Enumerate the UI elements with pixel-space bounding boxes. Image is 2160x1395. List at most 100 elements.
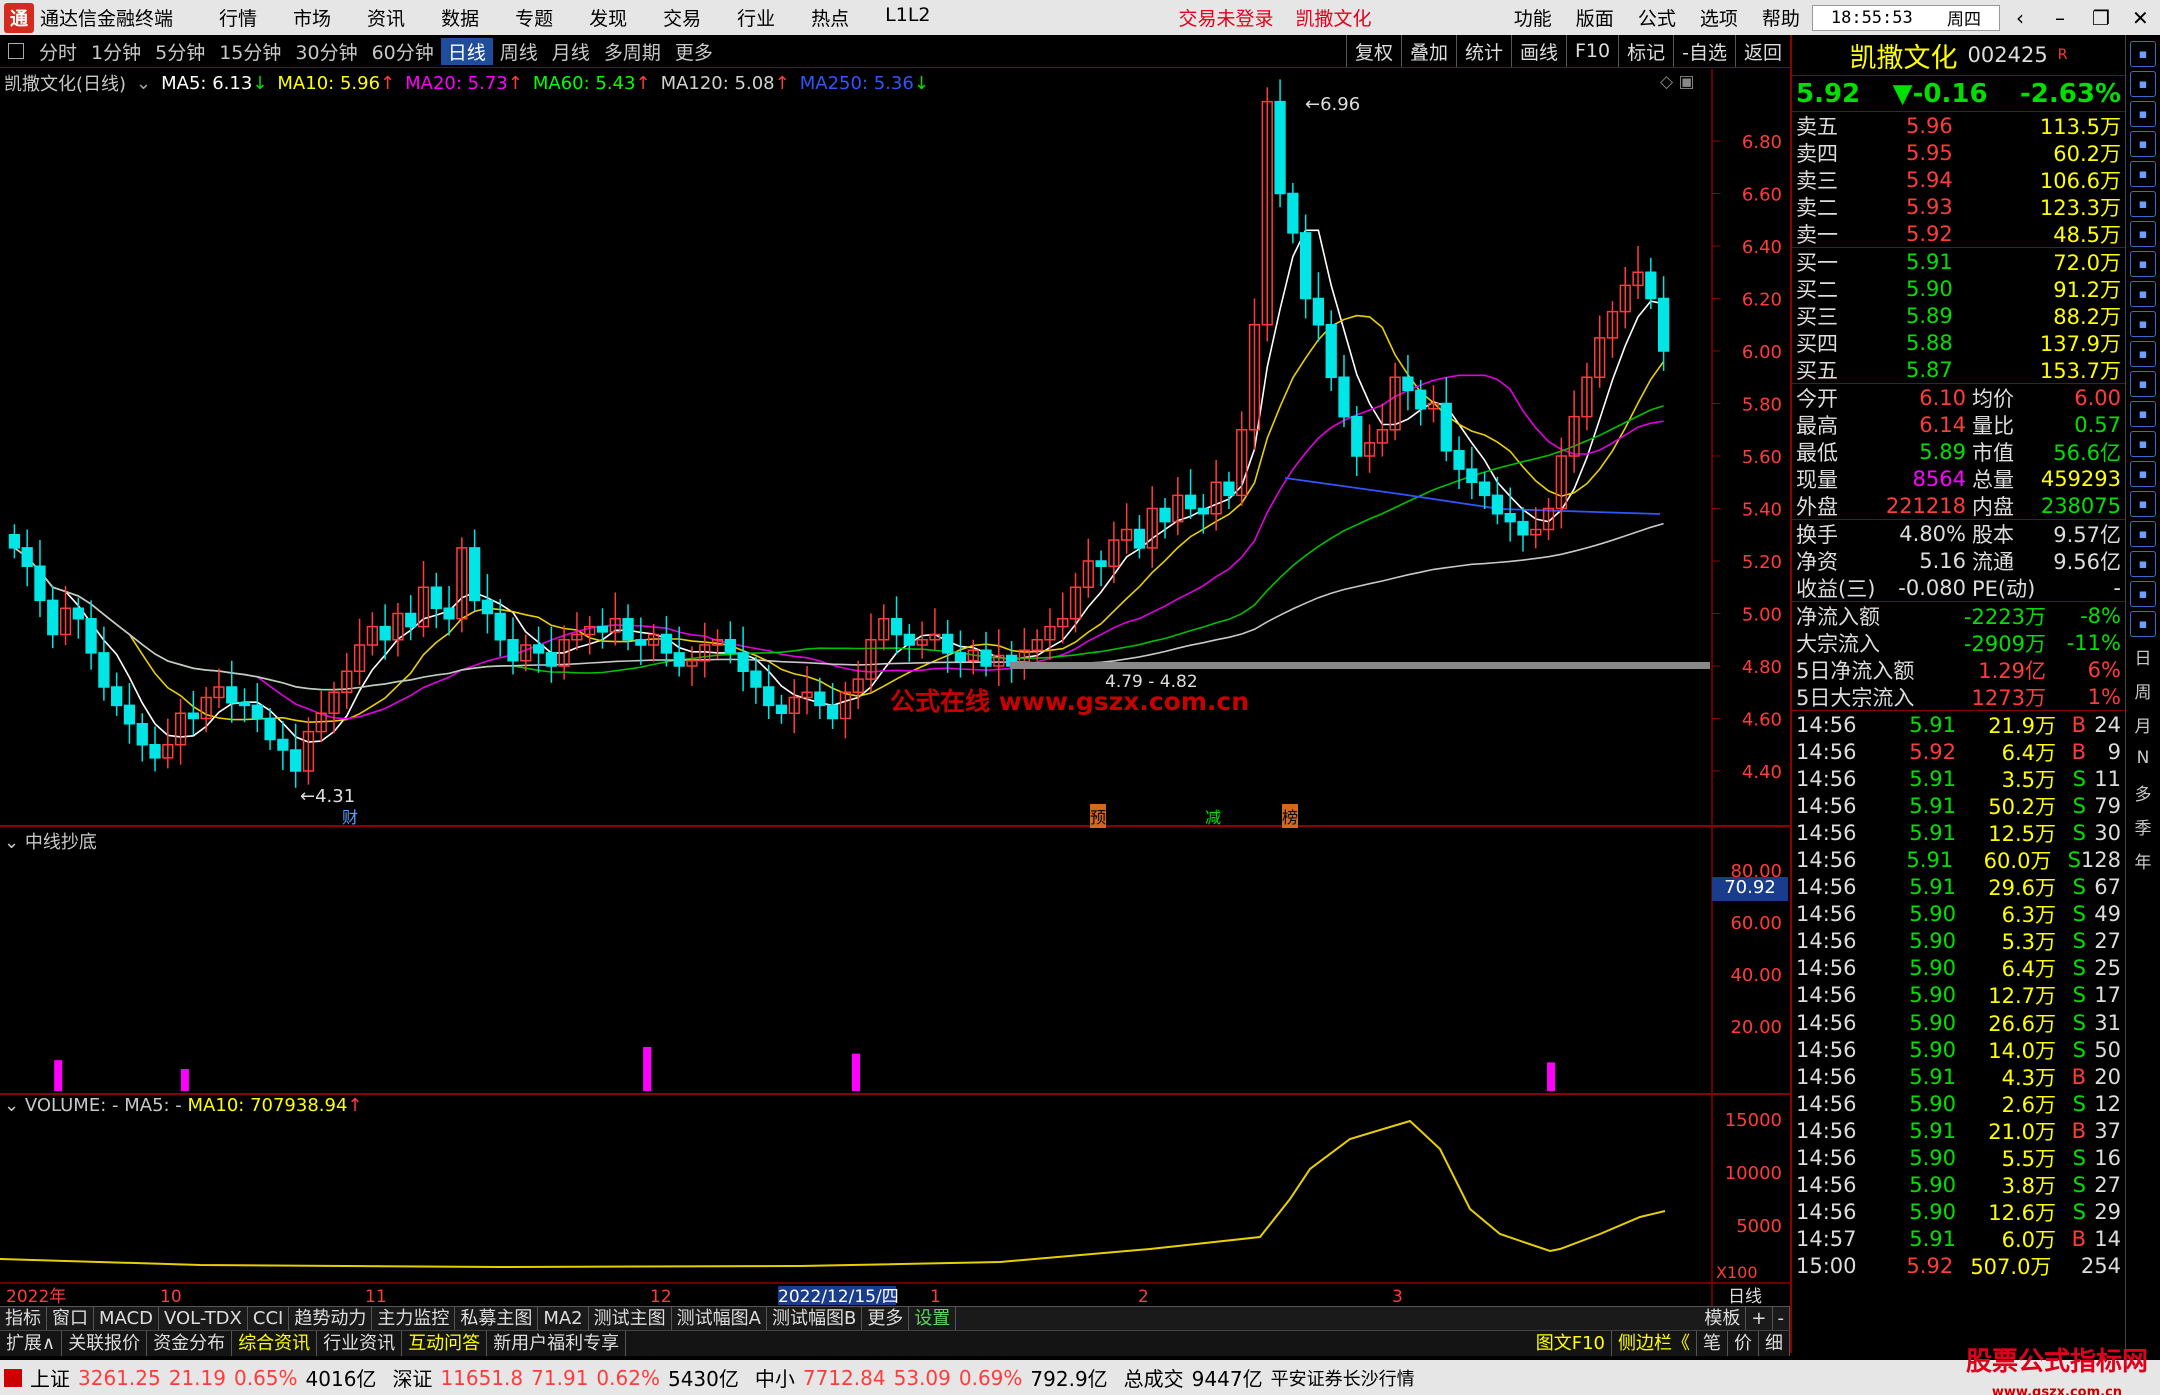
indicator-tab-3[interactable]: VOL-TDX bbox=[159, 1307, 248, 1330]
checkbox-icon[interactable] bbox=[8, 43, 24, 59]
tool-icon-11[interactable]: ▪ bbox=[2130, 341, 2156, 367]
candle[interactable] bbox=[1159, 507, 1171, 523]
period-tab-2[interactable]: 5分钟 bbox=[148, 38, 212, 65]
candle[interactable] bbox=[1197, 507, 1210, 515]
candle[interactable] bbox=[430, 586, 442, 609]
candle[interactable] bbox=[290, 749, 302, 772]
info-tab-3[interactable]: 综合资讯 bbox=[232, 1331, 318, 1356]
indicator-tab-13[interactable]: 设置 bbox=[909, 1307, 957, 1330]
candle[interactable] bbox=[1299, 232, 1312, 300]
candle[interactable] bbox=[1325, 324, 1337, 378]
menu-3[interactable]: 数据 bbox=[423, 4, 497, 31]
chevron-down-icon[interactable]: ⌄ bbox=[136, 73, 151, 94]
marker-cai[interactable]: 财 bbox=[342, 804, 358, 828]
tool-icon-10[interactable]: ▪ bbox=[2130, 311, 2156, 337]
candle[interactable] bbox=[737, 652, 749, 672]
info-tab-5[interactable]: 互动问答 bbox=[402, 1331, 488, 1356]
tool-icon-2[interactable]: ▪ bbox=[2130, 71, 2156, 97]
period-tab-7[interactable]: 周线 bbox=[493, 38, 545, 65]
right-menu-2[interactable]: 公式 bbox=[1626, 4, 1688, 31]
indicator-tab-10[interactable]: 测试幅图A bbox=[672, 1307, 767, 1330]
template-btn-1[interactable]: + bbox=[1746, 1307, 1773, 1330]
tool-icon-4[interactable]: ▪ bbox=[2130, 131, 2156, 157]
candle[interactable] bbox=[47, 599, 59, 636]
candle[interactable] bbox=[622, 618, 634, 641]
candle[interactable] bbox=[1274, 100, 1286, 195]
right-menu-3[interactable]: 选项 bbox=[1688, 4, 1750, 31]
info-tab-0[interactable]: 扩展∧ bbox=[0, 1331, 63, 1356]
menu-4[interactable]: 专题 bbox=[497, 4, 571, 31]
chart-tool-6[interactable]: -自选 bbox=[1673, 35, 1735, 67]
tool-icon-16[interactable]: ▪ bbox=[2130, 491, 2156, 517]
candle[interactable] bbox=[1312, 297, 1325, 326]
template-btn-2[interactable]: - bbox=[1773, 1307, 1790, 1330]
candle[interactable] bbox=[1095, 560, 1107, 567]
candle[interactable] bbox=[226, 686, 238, 704]
menu-7[interactable]: 行业 bbox=[719, 4, 793, 31]
minimize-icon[interactable]: – bbox=[2040, 6, 2080, 30]
date-mode[interactable]: 日线 bbox=[1728, 1287, 1762, 1306]
login-status[interactable]: 交易未登录 bbox=[1179, 4, 1274, 31]
zx-index-name[interactable]: 中小 bbox=[755, 1363, 795, 1392]
chart-tool-4[interactable]: F10 bbox=[1566, 35, 1618, 67]
candle[interactable] bbox=[1223, 481, 1235, 497]
indicator-tab-12[interactable]: 更多 bbox=[862, 1307, 910, 1330]
sidebar-period-4[interactable]: 多 bbox=[2135, 777, 2152, 807]
candlesticks[interactable] bbox=[8, 79, 1670, 788]
tool-icon-15[interactable]: ▪ bbox=[2130, 461, 2156, 487]
tool-icon-5[interactable]: ▪ bbox=[2130, 161, 2156, 187]
side-btn-3[interactable]: 价 bbox=[1728, 1331, 1759, 1356]
candle[interactable] bbox=[264, 717, 276, 741]
candle[interactable] bbox=[468, 547, 481, 602]
chart-tool-7[interactable]: 返回 bbox=[1734, 35, 1790, 67]
marker-yu[interactable]: 预 bbox=[1090, 804, 1107, 828]
candle[interactable] bbox=[1184, 494, 1197, 510]
candle[interactable] bbox=[1338, 376, 1350, 418]
menu-1[interactable]: 市场 bbox=[275, 4, 349, 31]
period-tab-5[interactable]: 60分钟 bbox=[365, 38, 441, 65]
candle[interactable] bbox=[814, 691, 826, 707]
candle[interactable] bbox=[8, 534, 21, 549]
candle[interactable] bbox=[545, 652, 557, 667]
candle[interactable] bbox=[890, 618, 903, 636]
candle[interactable] bbox=[1657, 297, 1670, 352]
candle[interactable] bbox=[763, 686, 775, 707]
candle[interactable] bbox=[1402, 376, 1414, 392]
candle[interactable] bbox=[251, 704, 263, 720]
candle[interactable] bbox=[136, 723, 148, 746]
menu-8[interactable]: 热点 bbox=[793, 4, 867, 31]
candle[interactable] bbox=[635, 639, 647, 646]
candle[interactable] bbox=[660, 633, 673, 654]
period-tab-8[interactable]: 月线 bbox=[545, 38, 597, 65]
chart-tool-0[interactable]: 复权 bbox=[1345, 35, 1401, 67]
candle[interactable] bbox=[903, 633, 915, 646]
candle[interactable] bbox=[238, 702, 251, 707]
back-icon[interactable]: ‹ bbox=[2000, 6, 2040, 30]
period-tab-1[interactable]: 1分钟 bbox=[84, 38, 148, 65]
info-tab-6[interactable]: 新用户福利专享 bbox=[487, 1331, 627, 1356]
sz-index-name[interactable]: 深证 bbox=[392, 1363, 432, 1392]
period-tab-3[interactable]: 15分钟 bbox=[212, 38, 288, 65]
candle[interactable] bbox=[775, 704, 788, 714]
candle[interactable] bbox=[1133, 528, 1146, 549]
indicator-tab-2[interactable]: MACD bbox=[94, 1307, 159, 1330]
period-tab-0[interactable]: 分时 bbox=[32, 38, 84, 65]
tool-icon-12[interactable]: ▪ bbox=[2130, 371, 2156, 397]
indicator-tab-9[interactable]: 测试主图 bbox=[589, 1307, 672, 1330]
tool-icon-3[interactable]: ▪ bbox=[2130, 101, 2156, 127]
candle[interactable] bbox=[494, 612, 506, 641]
candle[interactable] bbox=[1351, 415, 1363, 457]
candle[interactable] bbox=[1504, 513, 1516, 523]
candle[interactable] bbox=[149, 744, 161, 759]
chart-tool-5[interactable]: 标记 bbox=[1618, 35, 1673, 67]
candle[interactable] bbox=[942, 633, 954, 654]
candle[interactable] bbox=[481, 599, 494, 615]
sidebar-period-0[interactable]: 日 bbox=[2135, 641, 2152, 671]
period-tab-4[interactable]: 30分钟 bbox=[288, 38, 364, 65]
right-menu-0[interactable]: 功能 bbox=[1502, 4, 1564, 31]
menu-2[interactable]: 资讯 bbox=[349, 4, 423, 31]
sidebar-period-3[interactable]: N bbox=[2137, 743, 2150, 773]
side-btn-4[interactable]: 细 bbox=[1759, 1331, 1790, 1356]
candle[interactable] bbox=[123, 704, 136, 725]
tool-icon-17[interactable]: ▪ bbox=[2130, 521, 2156, 547]
